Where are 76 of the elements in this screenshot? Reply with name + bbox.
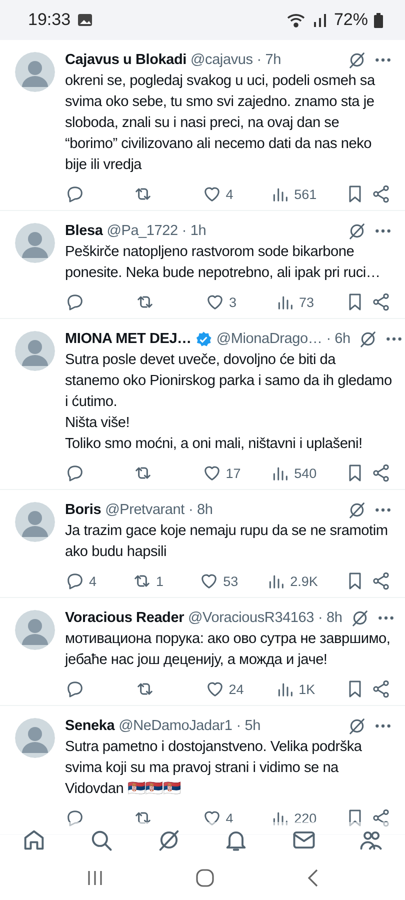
grok-icon[interactable] (347, 716, 367, 736)
post-text: Ja trazim gace koje nemaju rupu da se ne sramotim ako budu hapsili (65, 522, 389, 562)
reply-icon[interactable] (65, 463, 85, 483)
heart-icon[interactable] (202, 808, 222, 828)
author-name[interactable]: MIONA MET DEJ… (65, 331, 192, 347)
heart-icon[interactable] (205, 292, 225, 312)
avatar[interactable] (15, 331, 55, 371)
heart-icon[interactable] (202, 463, 222, 483)
like-count: 17 (226, 466, 241, 480)
wifi-icon (286, 12, 306, 28)
avatar[interactable] (15, 610, 55, 650)
author-handle[interactable]: @MionaDrago… (216, 331, 322, 347)
reply-icon[interactable] (65, 292, 85, 312)
battery-icon (374, 12, 383, 28)
like-count: 24 (228, 682, 244, 696)
post-text: Peškirče natopljeno rastvorom sode bikarbone ponesite. Neka bude nepotrebno, ali ipak pri ruci… (65, 243, 382, 283)
reply-icon[interactable] (65, 571, 85, 591)
back-icon[interactable] (306, 868, 320, 888)
avatar[interactable] (15, 52, 55, 92)
like-count: 53 (223, 574, 238, 588)
share-icon[interactable] (370, 808, 391, 828)
reply-icon[interactable] (65, 808, 85, 828)
status-time: 19:33 (28, 10, 71, 30)
share-icon[interactable] (370, 571, 391, 591)
post-text: Sutra pametno i dostojanstveno. Velika podrška svima koji su ma pravoj strani i vidimo se na Vidovdan 🇷🇸🇷🇸🇷🇸 (65, 738, 363, 799)
image-icon (76, 12, 93, 28)
view-count: 1K (298, 682, 316, 696)
post-time: · 8h (318, 610, 342, 626)
post-text: okreni se, pogledaj svakog u uci, podeli osmeh sa svima oko sebe, tu smo svi zajedno. znamo sta je sloboda, znali su i nasi preci, na ovaj dan se “borimo” civilizovano ali necemo dati da nas neko bije ili vredja (65, 72, 376, 175)
view-count: 540 (294, 466, 317, 480)
author-handle[interactable]: @NeDamoJadar1 (118, 718, 232, 734)
post-time: · 6h (326, 331, 350, 347)
reply-icon[interactable] (65, 679, 85, 699)
home-button-icon[interactable] (195, 868, 216, 888)
post-time: · 8h (188, 502, 213, 518)
view-count: 2.9K (290, 574, 318, 588)
post-text: Sutra posle devet uveče, dovoljno će biti da stanemo oko Pionirskog parka i samo da ih gledamo i ćutimo. Ništa više! Toliko smo moćni, a oni mali, ništavni i uplašeni! (65, 351, 393, 454)
like-count: 4 (226, 810, 234, 826)
author-name[interactable]: Boris (65, 502, 102, 518)
share-icon[interactable] (370, 679, 391, 699)
author-name[interactable]: Voracious Reader (65, 610, 184, 626)
share-icon[interactable] (371, 292, 391, 312)
like-count: 3 (229, 294, 237, 310)
post-time: · 1h (182, 223, 206, 239)
grok-icon[interactable] (347, 500, 367, 520)
share-icon[interactable] (370, 463, 391, 483)
author-handle[interactable]: @Pretvarant (105, 502, 184, 518)
grok-icon[interactable] (347, 50, 367, 70)
grok-icon[interactable] (358, 329, 378, 349)
author-name[interactable]: Cajavus u Blokadi (65, 52, 186, 68)
post-text: мотивациона порука: ако ово сутра не завршимо, јебаће нас још деценију, а можда и јаче! (65, 630, 392, 670)
share-icon[interactable] (370, 184, 391, 204)
post-time: · 7h (256, 52, 281, 68)
author-name[interactable]: Seneka (65, 718, 115, 734)
signal-icon (312, 13, 328, 27)
avatar[interactable] (15, 502, 55, 542)
author-handle[interactable]: @cajavus (190, 52, 253, 68)
view-count: 73 (299, 294, 314, 310)
heart-icon[interactable] (202, 184, 222, 204)
like-count: 4 (226, 186, 234, 202)
reply-count: 4 (89, 574, 97, 588)
repost-count: 1 (156, 574, 164, 588)
view-count: 561 (294, 186, 317, 202)
grok-icon[interactable] (347, 221, 367, 241)
avatar[interactable] (15, 718, 55, 758)
avatar[interactable] (15, 223, 55, 263)
grok-icon[interactable] (350, 608, 370, 628)
view-count: 220 (294, 810, 317, 826)
author-name[interactable]: Blesa (65, 223, 103, 239)
heart-icon[interactable] (199, 571, 220, 591)
author-handle[interactable]: @Pa_1722 (106, 223, 178, 239)
heart-icon[interactable] (204, 679, 225, 699)
reply-icon[interactable] (65, 184, 85, 204)
author-handle[interactable]: @VoraciousR34163 (188, 610, 314, 626)
battery-level: 72% (334, 10, 368, 30)
post-time: · 5h (236, 718, 260, 734)
